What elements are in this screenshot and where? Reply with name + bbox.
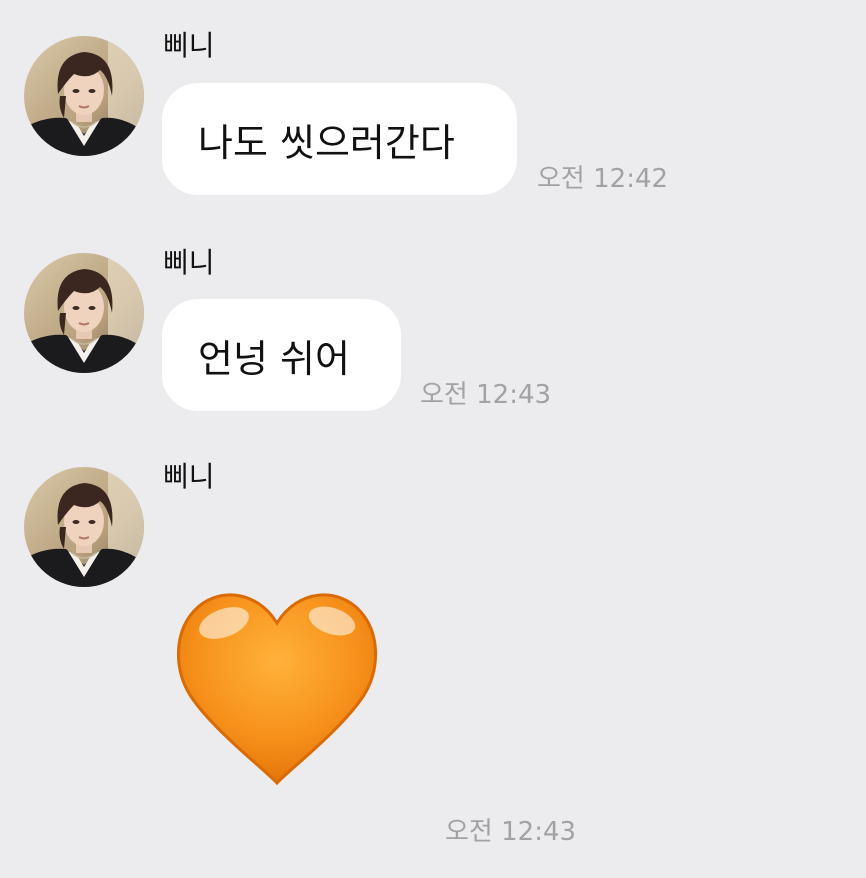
profile-photo-icon	[24, 253, 144, 373]
message-bubble[interactable]: 나도 씻으러간다	[162, 83, 517, 195]
message-timestamp: 오전 12:43	[445, 817, 577, 847]
avatar[interactable]	[24, 467, 144, 587]
message-bubble[interactable]: 언넝 쉬어	[162, 299, 401, 411]
message-timestamp: 오전 12:43	[420, 380, 552, 410]
profile-photo-icon	[24, 36, 144, 156]
orange-heart-icon	[177, 593, 377, 786]
sender-name: 삐니	[163, 29, 215, 62]
profile-photo-icon	[24, 467, 144, 587]
sender-name: 삐니	[163, 460, 215, 493]
avatar[interactable]	[24, 253, 144, 373]
sender-name: 삐니	[163, 246, 215, 279]
orange-heart-emoji[interactable]	[172, 583, 382, 789]
message-timestamp: 오전 12:42	[537, 164, 669, 194]
avatar[interactable]	[24, 36, 144, 156]
